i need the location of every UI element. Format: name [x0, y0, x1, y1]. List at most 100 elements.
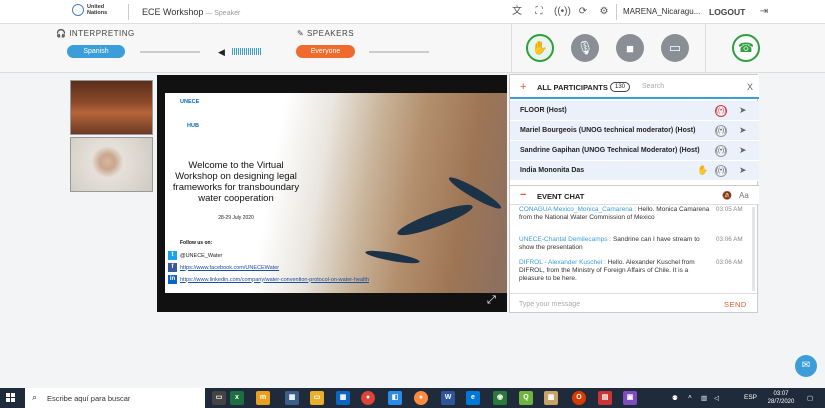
collapse-icon[interactable]: − — [520, 189, 526, 201]
participant-row[interactable]: FLOOR (Host) ((•)) ➤ — [510, 101, 759, 121]
keyboard-lang[interactable]: ESP — [744, 394, 757, 401]
assembly-hall-thumbnail[interactable] — [70, 80, 153, 135]
add-participant-icon[interactable]: + — [520, 81, 526, 93]
divider — [705, 24, 706, 73]
participants-header: + ALL PARTICIPANTS 130 Search X — [510, 75, 759, 99]
send-icon[interactable]: ➤ — [739, 165, 747, 176]
facebook-icon: f — [168, 263, 177, 272]
excel-icon[interactable]: x — [230, 391, 244, 405]
volume-icon[interactable]: ◀ — [218, 47, 225, 58]
slide-title-line: frameworks for transboundary — [172, 182, 300, 193]
message-sender: UNECE-Chantal Demilecamps : — [519, 236, 612, 243]
app-icon[interactable]: ● — [414, 391, 428, 405]
mute-notifications-icon[interactable]: 🔕 — [722, 191, 732, 200]
chat-input[interactable]: Type your message SEND — [510, 293, 759, 314]
app-icon[interactable]: ▣ — [623, 391, 637, 405]
interpreting-label: 🎧 INTERPRETING — [56, 29, 135, 38]
send-icon[interactable]: ➤ — [739, 145, 747, 156]
headphones-icon: 🎧 — [56, 29, 67, 38]
taskbar-clock[interactable]: 03:07 28/7/2020 — [760, 390, 802, 406]
chat-message: CONAGUA Mexico_Monica_Camarena : Hello. … — [519, 206, 714, 222]
task-view-icon[interactable]: ▭ — [212, 391, 226, 405]
divider — [511, 24, 512, 73]
send-icon[interactable]: ➤ — [739, 125, 747, 136]
speakers-select[interactable]: Everyone — [296, 45, 355, 58]
app-icon[interactable]: ▦ — [544, 391, 558, 405]
speakers-label-text: SPEAKERS — [306, 29, 355, 38]
un-logo: United Nations — [72, 4, 107, 16]
user-name[interactable]: MARENA_Nicaragu... — [623, 7, 700, 16]
notifications-icon[interactable]: ▢ — [807, 394, 813, 402]
chat-input-placeholder[interactable]: Type your message — [519, 301, 580, 308]
app-icon[interactable]: ◧ — [388, 391, 402, 405]
chat-header[interactable]: − EVENT CHAT 🔕 Aa — [510, 185, 759, 205]
expand-icon[interactable]: ⤢ — [487, 294, 496, 307]
participants-title: ALL PARTICIPANTS — [537, 83, 608, 92]
event-title: ECE Workshop — Speaker — [142, 7, 240, 17]
mic-icon[interactable]: ((•)) — [715, 165, 727, 177]
sync-icon[interactable]: ⟳ — [577, 6, 589, 18]
opera-icon[interactable]: O — [572, 391, 586, 405]
speakers-volume-track[interactable] — [369, 51, 429, 53]
linkedin-link: https://www.linkedin.com/company/water-c… — [180, 276, 369, 283]
speaker-icon[interactable]: ◁ — [714, 394, 719, 402]
slide-title: Welcome to the Virtual Workshop on desig… — [167, 160, 305, 204]
word-icon[interactable]: W — [441, 391, 455, 405]
top-bar: United Nations ECE Workshop — Speaker 文 … — [0, 0, 825, 24]
mic-icon[interactable]: ((•)) — [715, 145, 727, 157]
mic-active-icon[interactable]: ((•)) — [715, 105, 727, 117]
microphone-button[interactable]: 🎙 — [571, 34, 599, 62]
send-icon[interactable]: ➤ — [739, 105, 747, 116]
close-icon[interactable]: X — [747, 82, 753, 92]
tray-arrow-icon[interactable]: ˄ — [688, 394, 692, 401]
app-icon[interactable]: m — [256, 391, 270, 405]
windows-start-icon[interactable] — [6, 393, 16, 403]
language-volume-track[interactable] — [140, 51, 200, 53]
pdf-icon[interactable]: ▤ — [598, 391, 612, 405]
taskbar-search[interactable]: ⌕ Escribe aquí para buscar — [25, 388, 205, 408]
fullscreen-icon[interactable]: ⛶ — [533, 6, 545, 18]
gear-icon[interactable]: ⚙ — [598, 6, 610, 18]
presentation-slide: UNECE HUB Welcome to the Virtual Worksho… — [165, 93, 507, 293]
file-explorer-icon[interactable]: ▭ — [310, 391, 324, 405]
participant-name: Mariel Bourgeois (UNOG technical moderat… — [520, 127, 696, 134]
app-icon[interactable]: ▦ — [336, 391, 350, 405]
network-icon[interactable]: ▥ — [701, 394, 707, 402]
volume-level[interactable] — [232, 48, 261, 55]
speaker-video-thumbnail[interactable] — [70, 137, 153, 192]
twitter-icon: t — [168, 251, 177, 260]
language-select[interactable]: Spanish — [67, 45, 125, 58]
search-icon: ⌕ — [32, 392, 38, 402]
pen-icon: ✎ — [297, 29, 305, 38]
participant-row[interactable]: India Mononita Das ✋ ((•)) ➤ — [510, 161, 759, 181]
mic-icon[interactable]: ((•)) — [715, 125, 727, 137]
chat-scrollbar[interactable] — [752, 207, 755, 291]
taskbar-search-placeholder[interactable]: Escribe aquí para buscar — [47, 394, 130, 403]
participant-search-input[interactable]: Search — [642, 83, 664, 90]
app-icon[interactable]: ◉ — [493, 391, 507, 405]
slide-title-line: Welcome to the Virtual — [188, 160, 284, 171]
logout-button[interactable]: LOGOUT — [709, 7, 745, 17]
chrome-icon[interactable]: ● — [361, 391, 375, 405]
translate-icon[interactable]: 文 — [511, 6, 523, 18]
participant-row[interactable]: Sandrine Gapihan (UNOG Technical Moderat… — [510, 141, 759, 161]
unece-logo: UNECE — [180, 99, 200, 105]
font-size-icon[interactable]: Aa — [739, 191, 749, 200]
chat-help-icon[interactable]: ✉ — [795, 355, 817, 377]
qgis-icon[interactable]: Q — [519, 391, 533, 405]
message-sender: CONAGUA Mexico_Monica_Camarena : — [519, 206, 637, 213]
clock-time: 03:07 — [773, 391, 789, 397]
clock-date: 28/7/2020 — [767, 399, 795, 405]
facebook-row: f https://www.facebook.com/UNECEWater — [168, 263, 279, 272]
app-icon[interactable]: ▦ — [285, 391, 299, 405]
edge-icon[interactable]: e — [466, 391, 480, 405]
people-icon[interactable]: ⚉ — [672, 394, 678, 402]
participant-row[interactable]: Mariel Bourgeois (UNOG technical moderat… — [510, 121, 759, 141]
leave-call-button[interactable]: ☎ — [732, 34, 760, 62]
screen-share-button[interactable]: ▭ — [661, 34, 689, 62]
broadcast-icon[interactable]: ((•)) — [554, 6, 571, 18]
camera-button[interactable]: ■ — [616, 34, 644, 62]
exit-icon[interactable]: ⇥ — [758, 6, 770, 18]
send-button[interactable]: SEND — [724, 300, 747, 309]
raise-hand-button[interactable]: ✋ — [526, 34, 554, 62]
